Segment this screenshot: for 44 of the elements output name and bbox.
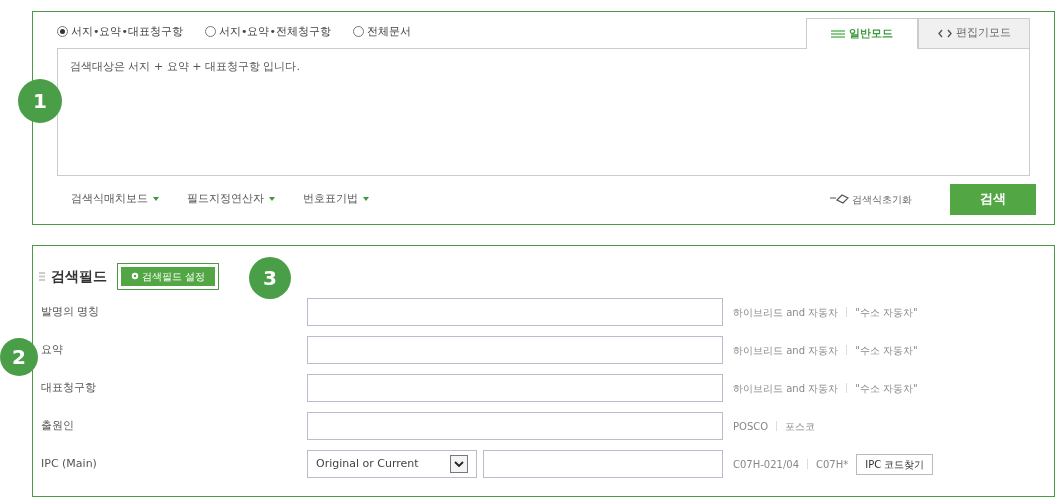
scope-radio[interactable]: 서지•요약•대표청구항 [57, 23, 183, 40]
example-hint: "수소 자동차" [855, 381, 918, 396]
example-hint: "수소 자동차" [855, 343, 918, 358]
dropdown-menu[interactable]: 번호표기법 [303, 190, 369, 208]
field-label: 출원인 [41, 417, 74, 434]
query-textarea[interactable]: 검색대상은 서지 + 요약 + 대표청구항 입니다. [57, 48, 1030, 176]
text-input[interactable] [307, 374, 723, 402]
scope-radio[interactable]: 서지•요약•전체청구항 [205, 23, 331, 40]
example-hint: C07H* [816, 457, 849, 472]
scope-radio[interactable]: 전체문서 [352, 23, 411, 40]
example-hint: 하이브리드 and 자동차 [733, 381, 839, 396]
section-title: 검색필드 [51, 266, 107, 286]
list-icon [831, 30, 845, 38]
caret-icon [153, 197, 159, 201]
field-label: 요약 [41, 341, 63, 358]
example-hint: 하이브리드 and 자동차 [733, 343, 839, 358]
example-hint: "수소 자동차" [855, 305, 918, 320]
mode-tab[interactable]: 일반모드 [806, 18, 918, 49]
field-label: 발명의 명칭 [41, 303, 100, 320]
chevron-down-icon [450, 455, 468, 473]
example-hint: C07H-021/04 [733, 457, 799, 472]
mode-tab[interactable]: 편집기모드 [918, 18, 1030, 48]
caret-icon [363, 197, 369, 201]
example-hint: 하이브리드 and 자동차 [733, 305, 839, 320]
dropdown-menu[interactable]: 필드지정연산자 [187, 190, 275, 208]
eraser-icon [829, 194, 849, 204]
field-label: IPC (Main) [41, 455, 97, 472]
dropdown-menu[interactable]: 검색식매치보드 [71, 190, 159, 208]
step-badge: 1 [18, 79, 62, 123]
ipc-code-button[interactable]: IPC 코드찾기 [856, 453, 934, 475]
step-badge: 2 [0, 338, 38, 376]
caret-icon [269, 197, 275, 201]
text-input[interactable] [307, 336, 723, 364]
text-input[interactable] [483, 450, 723, 478]
code-icon [937, 29, 952, 38]
list-icon [39, 271, 45, 281]
ipc-select[interactable]: Original or Current [307, 450, 477, 478]
example-hint: 포스코 [785, 419, 816, 434]
text-input[interactable] [307, 412, 723, 440]
text-input[interactable] [307, 298, 723, 326]
example-hint: POSCO [733, 419, 769, 434]
settings-icon [131, 272, 139, 280]
field-label: 대표청구항 [41, 379, 96, 396]
reset-link[interactable]: 검색식초기화 [829, 191, 912, 207]
